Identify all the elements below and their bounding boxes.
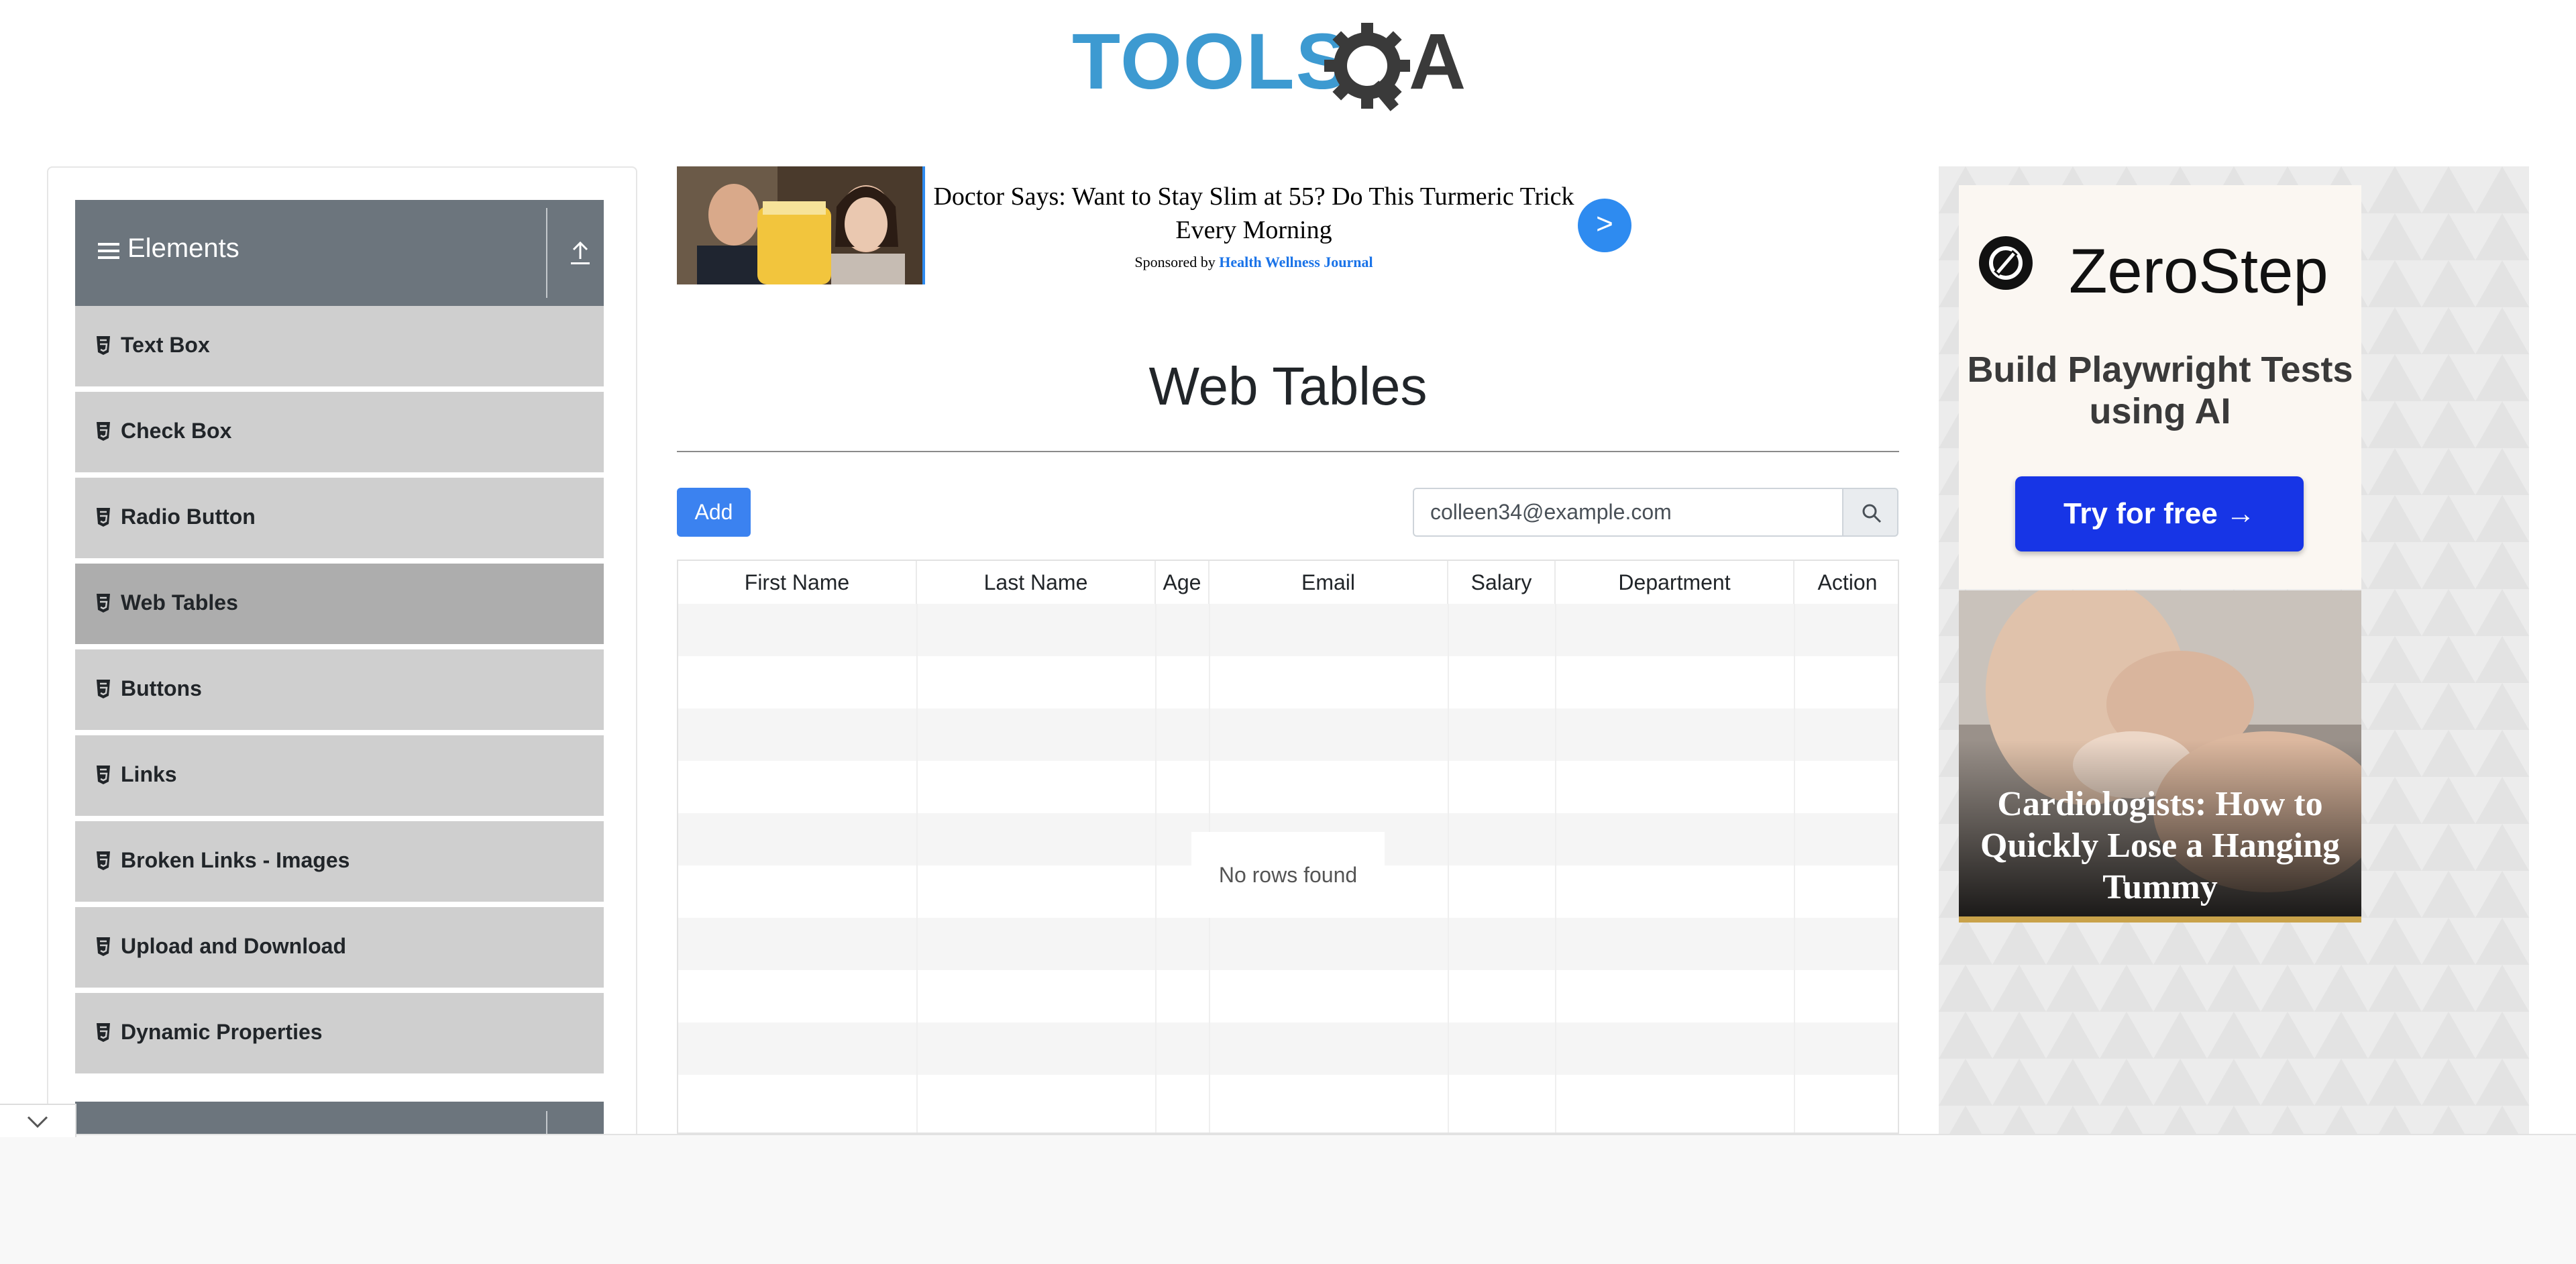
column-separator [1448, 604, 1449, 1133]
ad-sponsor-name[interactable]: Health Wellness Journal [1219, 254, 1373, 270]
sidebar-item-label: Links [121, 762, 177, 786]
toolsqa-logo[interactable]: TOOLS A [1072, 17, 1508, 121]
zerostep-tagline: Build Playwright Tests using AI [1967, 350, 2353, 431]
table-row [678, 970, 1898, 1022]
sidebar-item-label: Radio Button [121, 505, 256, 529]
html5-icon [97, 508, 110, 527]
ad-photo[interactable] [677, 166, 925, 284]
title-divider [677, 451, 1899, 452]
sidebar-item-upload-and-download[interactable]: Upload and Download [75, 907, 604, 990]
sidebar-group-elements[interactable]: Elements [75, 200, 604, 306]
search-button[interactable] [1842, 488, 1898, 537]
sidebar-item-web-tables[interactable]: Web Tables [75, 564, 604, 647]
sidebar-item-label: Check Box [121, 419, 232, 443]
table-row [678, 918, 1898, 970]
html5-icon [97, 680, 110, 698]
sidebar-item-label: Text Box [121, 333, 210, 357]
page-title: Web Tables [1148, 356, 1428, 416]
chevron-down-icon [27, 1116, 48, 1128]
sidebar-item-dynamic-properties[interactable]: Dynamic Properties [75, 993, 604, 1076]
table-row [678, 656, 1898, 708]
table-row [678, 1075, 1898, 1127]
sidebar-item-broken-links-images[interactable]: Broken Links - Images [75, 821, 604, 904]
table-row [678, 604, 1898, 656]
table-row [678, 761, 1898, 813]
hamburger-icon [98, 243, 119, 259]
zerostep-brand: ZeroStep [2069, 235, 2328, 306]
table-header: First Name Last Name Age Email Salary Departm… [678, 561, 1898, 605]
sidebar-item-label: Web Tables [121, 590, 238, 615]
column-header-last-name[interactable]: Last Name [917, 561, 1156, 604]
sidebar-group-next[interactable] [75, 1102, 604, 1134]
ad-sponsor: Sponsored by Health Wellness Journal [925, 254, 1582, 271]
column-header-salary[interactable]: Salary [1448, 561, 1556, 604]
bottom-ad-bar [0, 1134, 2576, 1264]
ad-caption[interactable]: Cardiologists: How to Quickly Lose a Han… [1959, 784, 2361, 908]
ad-banner[interactable]: Doctor Says: Want to Stay Slim at 55? Do… [677, 166, 1638, 284]
logo-text-a: A [1409, 20, 1466, 106]
add-button[interactable]: Add [677, 488, 751, 537]
zerostep-logo-icon [1979, 236, 2033, 290]
html5-icon [97, 422, 110, 441]
table-row [678, 1022, 1898, 1075]
logo-text-tools: TOOLS [1072, 20, 1350, 106]
column-separator [1555, 604, 1556, 1133]
ad-sponsor-prefix: Sponsored by [1134, 254, 1216, 270]
ad-headline[interactable]: Doctor Says: Want to Stay Slim at 55? Do… [925, 180, 1582, 247]
sidebar-group-title: Elements [127, 233, 239, 263]
sidebar-item-text-box[interactable]: Text Box [75, 306, 604, 389]
sidebar-item-label: Buttons [121, 676, 202, 700]
html5-icon [97, 1023, 110, 1042]
search-input[interactable]: colleen34@example.com [1413, 488, 1843, 537]
ad-arrow-button[interactable]: > [1578, 199, 1631, 252]
no-rows-message: No rows found [1191, 832, 1385, 918]
table-row [678, 708, 1898, 761]
html5-icon [97, 594, 110, 613]
column-separator [1155, 604, 1157, 1133]
column-header-first-name[interactable]: First Name [678, 561, 917, 604]
column-separator [916, 604, 918, 1133]
html5-icon [97, 851, 110, 870]
html5-icon [97, 766, 110, 784]
expand-ad-toggle[interactable] [0, 1104, 76, 1137]
ad-accent-strip [1959, 916, 2361, 923]
header-divider [546, 1111, 547, 1134]
search-icon [1862, 504, 1882, 523]
collapse-up-icon[interactable] [569, 239, 592, 266]
sidebar-item-label: Upload and Download [121, 934, 346, 958]
column-separator [1794, 604, 1795, 1133]
sidebar-item-links[interactable]: Links [75, 735, 604, 819]
sidebar-item-label: Dynamic Properties [121, 1020, 323, 1044]
column-header-email[interactable]: Email [1210, 561, 1448, 604]
html5-icon [97, 937, 110, 956]
sidebar-item-check-box[interactable]: Check Box [75, 392, 604, 475]
column-header-age[interactable]: Age [1156, 561, 1210, 604]
sidebar-item-label: Broken Links - Images [121, 848, 350, 872]
sidebar-item-buttons[interactable]: Buttons [75, 649, 604, 733]
column-header-department[interactable]: Department [1556, 561, 1794, 604]
column-header-action[interactable]: Action [1794, 561, 1898, 604]
html5-icon [97, 336, 110, 355]
sidebar-item-radio-button[interactable]: Radio Button [75, 478, 604, 561]
header-divider [546, 208, 547, 298]
try-for-free-button[interactable]: Try for free → [2015, 476, 2304, 551]
